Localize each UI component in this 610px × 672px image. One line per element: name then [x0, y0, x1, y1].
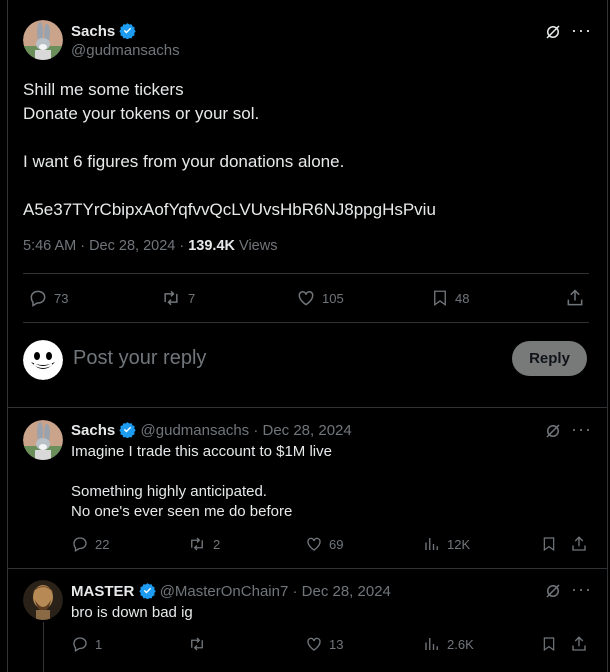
- repost-button[interactable]: [187, 635, 213, 653]
- share-button[interactable]: [570, 535, 588, 558]
- post-line: Donate your tokens or your sol.: [23, 104, 260, 123]
- author-handle[interactable]: @gudmansachs: [71, 42, 180, 59]
- reply-icon: [30, 290, 46, 307]
- repost-icon: [191, 537, 203, 551]
- author-name[interactable]: MASTER: [71, 583, 134, 600]
- reply-input[interactable]: Post your reply: [73, 347, 206, 370]
- thread-line: [43, 622, 44, 672]
- reply-count: 1: [95, 636, 103, 652]
- bookmark-icon: [543, 637, 555, 652]
- reply-icon: [73, 637, 87, 652]
- reply-icon: [73, 537, 87, 552]
- share-icon: [567, 289, 583, 306]
- divider: [23, 273, 589, 274]
- heart-icon: [307, 637, 321, 651]
- reply-date[interactable]: · Dec 28, 2024: [249, 422, 351, 439]
- like-button[interactable]: 105: [296, 288, 344, 308]
- reply-count: 73: [54, 290, 69, 306]
- heart-icon: [298, 290, 314, 306]
- post-line-blank: [23, 126, 583, 150]
- analytics-icon: [425, 538, 438, 550]
- like-count: 13: [329, 636, 344, 652]
- reply-button[interactable]: 1: [71, 635, 102, 653]
- author-name[interactable]: Sachs: [71, 23, 115, 40]
- reply-line-blank: [71, 462, 571, 482]
- user-avatar[interactable]: [23, 340, 63, 380]
- post-line: I want 6 figures from your donations alo…: [23, 152, 345, 171]
- author-handle[interactable]: @MasterOnChain7: [160, 583, 289, 600]
- bookmark-icon: [543, 537, 555, 552]
- reply-submit-button[interactable]: Reply: [512, 341, 587, 376]
- reply-button[interactable]: 22: [71, 535, 109, 553]
- views-count: 12K: [447, 536, 471, 552]
- views-count: 2.6K: [447, 636, 474, 652]
- repost-button[interactable]: 2: [187, 535, 220, 553]
- verified-badge-icon: [119, 23, 137, 39]
- like-count: 105: [322, 290, 344, 306]
- reply-line: Imagine I trade this account to $1M live: [71, 443, 332, 460]
- avatar[interactable]: [23, 420, 63, 460]
- author-handle[interactable]: @gudmansachs: [141, 422, 250, 439]
- heart-icon: [307, 537, 321, 551]
- divider: [7, 568, 608, 569]
- reply-count: 22: [95, 536, 110, 552]
- author-name[interactable]: Sachs: [71, 422, 115, 439]
- left-border: [7, 0, 8, 672]
- bookmark-count: 48: [455, 290, 470, 306]
- bookmark-button[interactable]: 48: [431, 288, 469, 308]
- like-count: 69: [329, 536, 344, 552]
- reply-line: bro is down bad ig: [71, 604, 193, 621]
- share-button[interactable]: [570, 635, 588, 658]
- post-line: Shill me some tickers: [23, 80, 184, 99]
- views-count: 139.4K: [188, 238, 235, 254]
- more-options-icon[interactable]: ···: [571, 21, 592, 39]
- grok-icon[interactable]: [544, 23, 562, 41]
- reply-text: bro is down bad ig: [71, 603, 193, 623]
- repost-count: 7: [188, 290, 196, 306]
- post-timestamp[interactable]: 5:46 AM · Dec 28, 2024 ·: [23, 238, 188, 254]
- divider: [7, 407, 608, 408]
- bookmark-button[interactable]: [541, 535, 557, 558]
- reply-date[interactable]: · Dec 28, 2024: [288, 583, 390, 600]
- divider: [23, 322, 589, 323]
- more-options-icon[interactable]: ···: [571, 580, 592, 598]
- reply-button[interactable]: 73: [28, 288, 68, 308]
- post-line-address: A5e37TYrCbipxAofYqfvvQcLVUvsHbR6NJ8ppgHs…: [23, 200, 436, 219]
- repost-icon: [164, 290, 178, 306]
- verified-badge-icon: [119, 422, 137, 438]
- verified-badge-icon: [138, 583, 156, 599]
- avatar[interactable]: [23, 580, 63, 620]
- repost-icon: [191, 637, 203, 651]
- bookmark-icon: [434, 290, 446, 307]
- views-button[interactable]: 12K: [423, 535, 470, 553]
- right-border: [607, 0, 608, 672]
- grok-icon[interactable]: [544, 582, 562, 600]
- reply-text: Imagine I trade this account to $1M live…: [71, 442, 571, 522]
- grok-icon[interactable]: [544, 422, 562, 440]
- bookmark-button[interactable]: [541, 635, 557, 658]
- share-icon: [572, 536, 586, 551]
- avatar[interactable]: [23, 20, 63, 60]
- repost-button[interactable]: 7: [160, 288, 195, 308]
- analytics-icon: [425, 638, 438, 650]
- share-button[interactable]: [565, 288, 585, 313]
- author-name-row[interactable]: Sachs: [71, 22, 137, 40]
- more-options-icon[interactable]: ···: [571, 420, 592, 438]
- reply-line: Something highly anticipated.: [71, 483, 267, 500]
- repost-count: 2: [213, 536, 221, 552]
- reply-line: No one's ever seen me do before: [71, 503, 293, 520]
- post-line-blank: [23, 174, 583, 198]
- share-icon: [572, 636, 586, 651]
- views-label: Views: [235, 238, 278, 254]
- reply-header: MASTER @MasterOnChain7 · Dec 28, 2024: [71, 582, 391, 600]
- reply-header: Sachs @gudmansachs · Dec 28, 2024: [71, 421, 352, 439]
- views-button[interactable]: 2.6K: [423, 635, 474, 653]
- post-meta: 5:46 AM · Dec 28, 2024 · 139.4K Views: [23, 238, 277, 254]
- like-button[interactable]: 69: [305, 535, 343, 553]
- like-button[interactable]: 13: [305, 635, 343, 653]
- post-text: Shill me some tickers Donate your tokens…: [23, 78, 583, 222]
